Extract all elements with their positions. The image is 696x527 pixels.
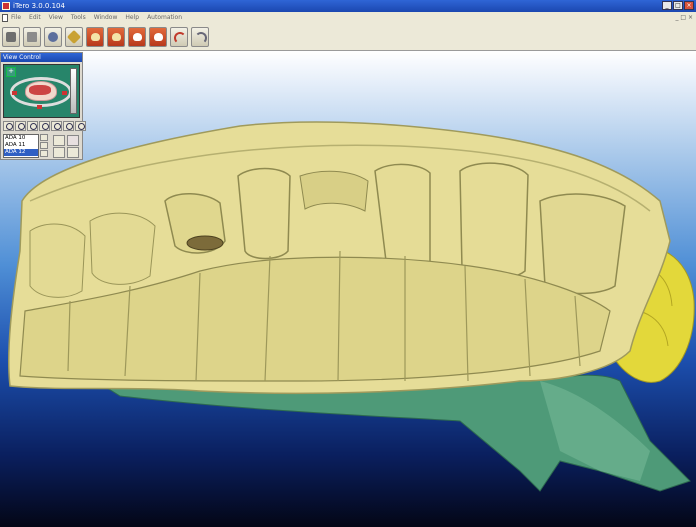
scroll-down-button[interactable] xyxy=(40,150,48,157)
list-item[interactable]: ADA 10 xyxy=(4,135,38,142)
document-window-controls[interactable]: _ □ × xyxy=(675,12,693,23)
ring-marker-bottom[interactable] xyxy=(37,105,42,109)
tooth-stump-2 xyxy=(237,167,291,260)
plus-icon[interactable]: + xyxy=(6,67,16,77)
zoom-fit-icon[interactable] xyxy=(3,121,14,131)
view-preview[interactable]: + xyxy=(3,64,80,118)
scroll-up-button[interactable] xyxy=(40,134,48,141)
view-option-button-2[interactable] xyxy=(67,135,79,146)
view-option-button-4[interactable] xyxy=(67,147,79,158)
scroll-mid-button[interactable] xyxy=(40,142,48,149)
measure-tag-button[interactable] xyxy=(65,26,83,47)
menu-view[interactable]: View xyxy=(49,12,63,23)
list-item[interactable]: ADA 11 xyxy=(4,142,38,149)
menu-window[interactable]: Window xyxy=(94,12,118,23)
view-undo-icon[interactable] xyxy=(75,121,86,131)
toolbar xyxy=(0,23,696,51)
view-option-button-1[interactable] xyxy=(53,135,65,146)
tooth-molar-right xyxy=(539,193,626,295)
menu-edit[interactable]: Edit xyxy=(29,12,41,23)
ring-marker-left[interactable] xyxy=(12,91,17,95)
view-3d-button[interactable] xyxy=(44,26,62,47)
title-bar: iTero 3.0.0.104 _ □ × xyxy=(0,0,696,12)
menu-tools[interactable]: Tools xyxy=(71,12,86,23)
dental-model-render xyxy=(8,121,695,492)
view-control-panel: View Control + ADA 10 ADA 11 ADA 12 xyxy=(0,52,86,160)
view-option-button-3[interactable] xyxy=(53,147,65,158)
tooth-single-button[interactable] xyxy=(149,26,167,47)
open-scan-button[interactable] xyxy=(2,26,20,47)
app-icon xyxy=(2,2,10,10)
minimize-button[interactable]: _ xyxy=(662,1,672,10)
ring-marker-right[interactable] xyxy=(62,91,67,95)
zoom-out-icon[interactable] xyxy=(27,121,38,131)
tooth-stump-4 xyxy=(459,162,529,280)
zoom-in-icon[interactable] xyxy=(15,121,26,131)
save-button[interactable] xyxy=(23,26,41,47)
menu-help[interactable]: Help xyxy=(125,12,139,23)
tooth-lower-button[interactable] xyxy=(107,26,125,47)
jaw-both-button[interactable] xyxy=(128,26,146,47)
undo-button[interactable] xyxy=(170,26,188,47)
list-item-selected[interactable]: ADA 12 xyxy=(4,149,38,156)
document-icon xyxy=(2,13,8,22)
menu-bar: File Edit View Tools Window Help Automat… xyxy=(0,12,696,23)
window-title: iTero 3.0.0.104 xyxy=(13,2,65,10)
close-button[interactable]: × xyxy=(684,1,694,10)
view-select-icon[interactable] xyxy=(63,121,74,131)
view-tool-row xyxy=(3,121,86,131)
zoom-region-icon[interactable] xyxy=(39,121,50,131)
window-controls: _ □ × xyxy=(662,1,694,10)
menu-automation[interactable]: Automation xyxy=(147,12,182,23)
tooth-list[interactable]: ADA 10 ADA 11 ADA 12 xyxy=(3,134,39,158)
maximize-button[interactable]: □ xyxy=(673,1,683,10)
list-scroll[interactable] xyxy=(40,134,48,158)
zoom-reset-icon[interactable] xyxy=(51,121,62,131)
view-control-title: View Control xyxy=(1,53,82,62)
redo-button[interactable] xyxy=(191,26,209,47)
menu-file[interactable]: File xyxy=(11,12,21,23)
zoom-slider[interactable] xyxy=(70,68,77,114)
arch-gum-icon xyxy=(29,85,51,95)
3d-viewport[interactable] xyxy=(0,51,696,527)
tooth-upper-button[interactable] xyxy=(86,26,104,47)
